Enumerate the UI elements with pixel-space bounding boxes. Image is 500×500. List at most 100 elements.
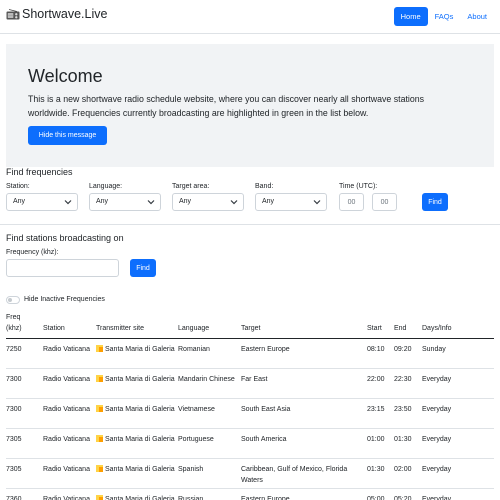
station-select-value: Any xyxy=(13,198,26,205)
table-row: 7300 Radio Vaticana Santa Maria di Galeria… xyxy=(6,369,494,399)
days-cell: Everyday xyxy=(422,376,452,383)
nav-link-home[interactable]: Home xyxy=(393,7,428,26)
header-language[interactable]: Language xyxy=(178,312,241,339)
brand[interactable]: Shortwave.Live xyxy=(6,7,107,21)
transmitter-text: Santa Maria di Galeria xyxy=(105,376,175,383)
station-cell[interactable]: Radio Vaticana xyxy=(43,399,96,429)
start-cell: 01:30 xyxy=(367,466,385,473)
italy-flag-icon xyxy=(96,465,103,472)
end-cell: 01:30 xyxy=(394,436,412,443)
start-cell: 23:15 xyxy=(367,406,385,413)
start-cell: 01:00 xyxy=(367,436,385,443)
time-end-input[interactable]: 00 xyxy=(372,193,397,211)
frequency-table: Freq (khz) Station Transmitter site Langu… xyxy=(6,312,494,500)
freq-cell[interactable]: 7300 xyxy=(6,399,43,429)
brand-name: Shortwave.Live xyxy=(22,7,108,21)
language-select-value: Any xyxy=(96,198,109,205)
language-cell: Vietnamese xyxy=(178,406,215,413)
station-cell[interactable]: Radio Vaticana xyxy=(43,489,96,500)
header-target[interactable]: Target xyxy=(241,312,367,339)
transmitter-cell: Santa Maria di Galeria xyxy=(96,339,178,369)
nav-link-about[interactable]: About xyxy=(460,7,494,26)
language-cell: Romanian xyxy=(178,346,210,353)
italy-flag-icon xyxy=(96,405,103,412)
freq-cell[interactable]: 7250 xyxy=(6,339,43,369)
table-row: 7250 Radio Vaticana Santa Maria di Galeria… xyxy=(6,339,494,369)
target-area-select-value: Any xyxy=(179,198,192,205)
end-cell: 23:50 xyxy=(394,406,412,413)
freq-cell[interactable]: 7300 xyxy=(6,369,43,399)
station-cell[interactable]: Radio Vaticana xyxy=(43,369,96,399)
chevron-down-icon xyxy=(147,200,155,205)
find-stations-button[interactable]: Find xyxy=(130,259,156,277)
hide-message-button[interactable]: Hide this message xyxy=(28,126,107,145)
welcome-title: Welcome xyxy=(28,66,103,86)
header-freq[interactable]: Freq (khz) xyxy=(6,312,43,339)
hide-inactive-label: Hide Inactive Frequencies xyxy=(24,296,105,303)
band-label: Band: xyxy=(255,183,274,190)
freq-cell[interactable]: 7360 xyxy=(6,489,43,500)
find-stations-title: Find stations broadcasting on xyxy=(6,233,124,243)
header-days[interactable]: Days/Info xyxy=(422,312,494,339)
language-cell: Russian xyxy=(178,496,204,500)
station-cell[interactable]: Radio Vaticana xyxy=(43,429,96,459)
hide-inactive-toggle[interactable] xyxy=(6,296,20,304)
welcome-banner: Welcome This is a new shortwave radio sc… xyxy=(6,44,494,167)
target-cell: South America xyxy=(241,436,287,443)
language-select[interactable]: Any xyxy=(89,193,161,211)
header-station[interactable]: Station xyxy=(43,312,96,339)
transmitter-text: Santa Maria di Galeria xyxy=(105,466,175,473)
nav-link-faqs[interactable]: FAQs xyxy=(428,7,461,26)
table-row: 7360 Radio Vaticana Santa Maria di Galeria… xyxy=(6,489,494,500)
days-cell: Sunday xyxy=(422,346,446,353)
language-label: Language: xyxy=(89,183,123,190)
days-cell: Everyday xyxy=(422,406,452,413)
station-select[interactable]: Any xyxy=(6,193,78,211)
band-select[interactable]: Any xyxy=(255,193,327,211)
target-cell: Caribbean, Gulf of Mexico, Florida Water… xyxy=(241,466,348,484)
header-freq-line1: Freq xyxy=(6,314,21,321)
end-cell: 22:30 xyxy=(394,376,412,383)
start-cell: 22:00 xyxy=(367,376,385,383)
italy-flag-icon xyxy=(96,345,103,352)
target-cell: South East Asia xyxy=(241,406,291,413)
days-cell: Everyday xyxy=(422,466,452,473)
radio-icon xyxy=(6,8,20,19)
language-cell: Spanish xyxy=(178,466,204,473)
nav-links: Home FAQs About xyxy=(393,7,494,26)
days-cell: Everyday xyxy=(422,436,452,443)
time-start-input[interactable]: 00 xyxy=(339,193,364,211)
frequency-label: Frequency (khz): xyxy=(6,249,59,256)
end-cell: 09:20 xyxy=(394,346,412,353)
start-cell: 08:10 xyxy=(367,346,385,353)
toggle-knob xyxy=(8,298,12,302)
transmitter-text: Santa Maria di Galeria xyxy=(105,346,175,353)
freq-cell[interactable]: 7305 xyxy=(6,429,43,459)
find-frequencies-title: Find frequencies xyxy=(6,167,73,177)
target-area-select[interactable]: Any xyxy=(172,193,244,211)
transmitter-cell: Santa Maria di Galeria xyxy=(96,399,178,429)
header-start[interactable]: Start xyxy=(367,312,394,339)
transmitter-cell: Santa Maria di Galeria xyxy=(96,489,178,500)
transmitter-cell: Santa Maria di Galeria xyxy=(96,369,178,399)
header-transmitter[interactable]: Transmitter site xyxy=(96,312,178,339)
station-cell[interactable]: Radio Vaticana xyxy=(43,459,96,489)
target-cell: Eastern Europe xyxy=(241,346,290,353)
table-row: 7300 Radio Vaticana Santa Maria di Galeria… xyxy=(6,399,494,429)
language-cell: Portuguese xyxy=(178,436,214,443)
find-frequencies-button[interactable]: Find xyxy=(422,193,448,211)
chevron-down-icon xyxy=(313,200,321,205)
transmitter-cell: Santa Maria di Galeria xyxy=(96,459,178,489)
italy-flag-icon xyxy=(96,375,103,382)
transmitter-cell: Santa Maria di Galeria xyxy=(96,429,178,459)
target-area-label: Target area: xyxy=(172,183,210,190)
section-divider xyxy=(0,224,500,225)
freq-cell[interactable]: 7305 xyxy=(6,459,43,489)
table-row: 7305 Radio Vaticana Santa Maria di Galeria… xyxy=(6,429,494,459)
frequency-input[interactable] xyxy=(6,259,119,277)
header-end[interactable]: End xyxy=(394,312,422,339)
band-select-value: Any xyxy=(262,198,275,205)
end-cell: 02:00 xyxy=(394,466,412,473)
station-cell[interactable]: Radio Vaticana xyxy=(43,339,96,369)
italy-flag-icon xyxy=(96,435,103,442)
